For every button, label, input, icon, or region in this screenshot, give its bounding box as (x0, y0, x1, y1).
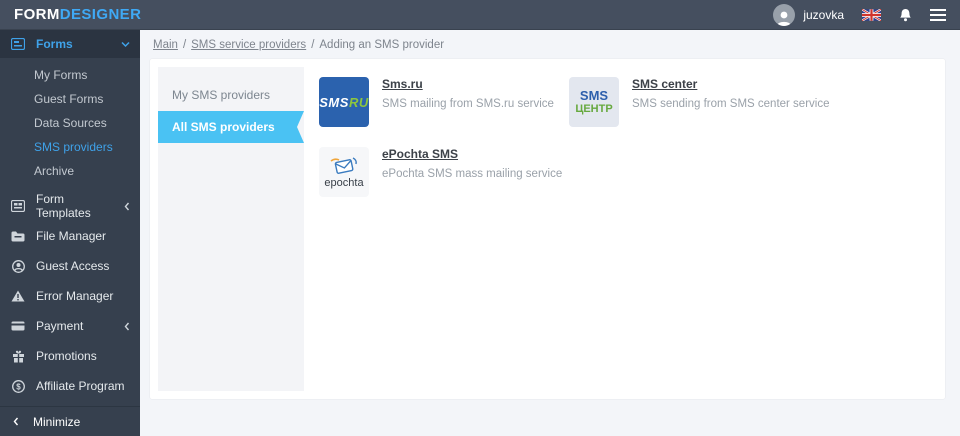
bell-icon (900, 8, 911, 21)
sidebar-item-file-manager[interactable]: File Manager (0, 221, 140, 251)
logo-primary: FORM (14, 6, 60, 23)
chevron-down-icon (121, 41, 130, 47)
sidebar-item-data-sources[interactable]: Data Sources (0, 111, 140, 135)
breadcrumb-separator: / (311, 38, 315, 51)
epochta-logo[interactable]: epochta (319, 147, 369, 197)
language-flag-button[interactable] (862, 8, 881, 21)
sidebar-item-affiliate-program[interactable]: $ Affiliate Program (0, 371, 140, 401)
sidebar-item-label: File Manager (36, 229, 107, 243)
guest-access-icon (10, 259, 26, 273)
menu-button[interactable] (930, 8, 946, 21)
provider-card-epochta: epochta ePochta SMS ePochta SMS mass mai… (319, 147, 569, 197)
topbar: FORMDESIGNER juzovka (0, 0, 960, 30)
minimize-label: Minimize (33, 414, 81, 429)
payment-icon (10, 321, 26, 331)
tab-my-sms-providers[interactable]: My SMS providers (158, 79, 304, 111)
sidebar-item-form-templates[interactable]: Form Templates (0, 191, 140, 221)
provider-description: SMS sending from SMS center service (632, 98, 830, 110)
affiliate-icon: $ (10, 379, 26, 393)
chevron-left-icon (13, 417, 19, 426)
sidebar-item-guest-forms[interactable]: Guest Forms (0, 87, 140, 111)
provider-link-sms-center[interactable]: SMS center (632, 77, 830, 91)
provider-link-epochta[interactable]: ePochta SMS (382, 147, 562, 161)
provider-card-sms-center: SMS ЦЕНТР SMS center SMS sending from SM… (569, 77, 937, 127)
providers-tablist: My SMS providers All SMS providers (158, 67, 304, 391)
username[interactable]: juzovka (803, 8, 844, 22)
uk-flag-icon (862, 8, 881, 21)
sidebar-item-label: Promotions (36, 349, 97, 363)
breadcrumb-separator: / (182, 38, 187, 51)
sms-center-logo-line2: ЦЕНТР (575, 103, 613, 116)
app-logo[interactable]: FORMDESIGNER (14, 6, 141, 23)
sidebar-item-guest-access[interactable]: Guest Access (0, 251, 140, 281)
chevron-left-icon (124, 202, 130, 210)
sidebar-item-sms-providers[interactable]: SMS providers (0, 135, 140, 159)
sidebar-item-payment[interactable]: Payment (0, 311, 140, 341)
breadcrumb: Main / SMS service providers / Adding an… (140, 30, 960, 59)
sidebar-item-label: Guest Access (36, 259, 110, 273)
sms-center-logo[interactable]: SMS ЦЕНТР (569, 77, 619, 127)
breadcrumb-current: Adding an SMS provider (319, 38, 445, 51)
avatar[interactable] (773, 3, 796, 26)
flying-envelope-icon (330, 156, 357, 174)
sidebar-item-label: Error Manager (36, 289, 114, 303)
sidebar: Forms My Forms Guest Forms Data Sources … (0, 30, 140, 436)
sidebar-item-label: Affiliate Program (36, 379, 125, 393)
sidebar-item-promotions[interactable]: Promotions (0, 341, 140, 371)
breadcrumb-link-main[interactable]: Main (153, 39, 178, 51)
forms-submenu: My Forms Guest Forms Data Sources SMS pr… (0, 58, 140, 191)
sidebar-item-archive[interactable]: Archive (0, 159, 140, 183)
breadcrumb-link-sms-service-providers[interactable]: SMS service providers (191, 39, 306, 51)
file-manager-icon (10, 231, 26, 242)
form-templates-icon (10, 200, 26, 212)
logo-secondary: DESIGNER (59, 6, 142, 23)
main-content: Main / SMS service providers / Adding an… (140, 30, 960, 436)
error-manager-icon (10, 290, 26, 302)
user-silhouette-icon (777, 11, 792, 26)
notifications-button[interactable] (899, 8, 912, 22)
sidebar-item-label: Form Templates (36, 192, 91, 220)
sidebar-item-error-manager[interactable]: Error Manager (0, 281, 140, 311)
providers-panel: My SMS providers All SMS providers SMS RU… (150, 59, 945, 399)
sidebar-item-my-forms[interactable]: My Forms (0, 63, 140, 87)
hamburger-icon (930, 8, 946, 21)
epochta-logo-text: epochta (324, 176, 364, 189)
app-window: FORMDESIGNER juzovka Forms My Forms Gues… (0, 0, 960, 436)
sms-center-logo-line1: SMS (579, 87, 609, 103)
provider-description: SMS mailing from SMS.ru service (382, 98, 554, 110)
sidebar-item-label: Payment (36, 319, 84, 333)
provider-card-smsru: SMS RU Sms.ru SMS mailing from SMS.ru ser… (319, 77, 569, 127)
smsru-logo-text-sms: SMS (319, 94, 349, 110)
svg-text:$: $ (16, 382, 21, 391)
promotions-icon (10, 350, 26, 363)
sidebar-minimize-button[interactable]: Minimize (0, 406, 140, 436)
provider-description: ePochta SMS mass mailing service (382, 168, 563, 180)
chevron-left-icon (124, 322, 130, 330)
smsru-logo-text-ru: RU (348, 94, 369, 110)
provider-link-smsru[interactable]: Sms.ru (382, 77, 554, 91)
sidebar-item-forms[interactable]: Forms (0, 30, 140, 58)
sidebar-item-label: Forms (36, 37, 73, 51)
forms-icon (10, 38, 26, 50)
smsru-logo[interactable]: SMS RU (319, 77, 369, 127)
provider-cards: SMS RU Sms.ru SMS mailing from SMS.ru ser… (304, 67, 937, 391)
tab-all-sms-providers[interactable]: All SMS providers (158, 111, 304, 143)
